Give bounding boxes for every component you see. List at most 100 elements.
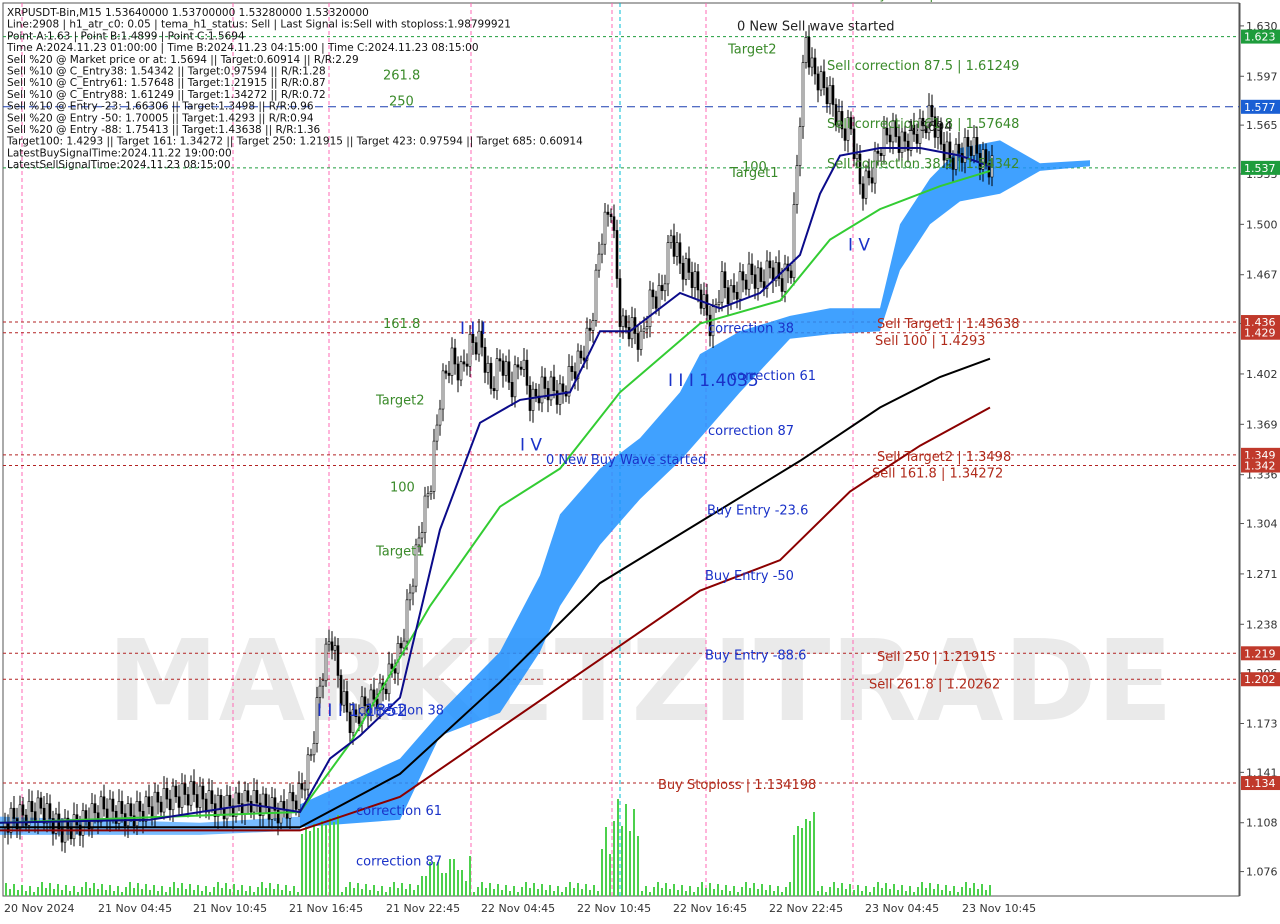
- volume-bar: [445, 873, 447, 896]
- volume-bar: [345, 887, 347, 896]
- candle-body: [336, 645, 340, 676]
- chart-annotation-33: correction 38: [358, 703, 444, 718]
- candle-body: [102, 796, 106, 810]
- candle-body: [189, 781, 193, 806]
- candle-body: [546, 388, 550, 401]
- volume-bar: [949, 891, 951, 896]
- candle-body: [192, 781, 196, 795]
- candle-body: [729, 285, 733, 305]
- volume-bar: [365, 884, 367, 896]
- candle-body: [732, 285, 736, 293]
- volume-bar: [137, 883, 139, 896]
- chart-annotation-7: 1.5694: [907, 120, 953, 135]
- candle-body: [759, 267, 763, 282]
- volume-bar: [61, 890, 63, 896]
- volume-bar: [577, 883, 579, 896]
- volume-bar: [285, 885, 287, 896]
- candle-body: [690, 272, 694, 288]
- volume-bar: [297, 892, 299, 896]
- candle-body: [495, 358, 499, 392]
- chart-annotation-14: Sell Target1 | 1.43638: [877, 317, 1020, 332]
- candle-body: [291, 792, 295, 802]
- volume-bar: [101, 884, 103, 896]
- candle-body: [801, 62, 805, 127]
- candle-body: [969, 146, 973, 156]
- volume-bar: [341, 892, 343, 896]
- volume-bar: [77, 892, 79, 896]
- header-line: Sell %10 @ C_Entry61: 1.57648 || Target:…: [7, 77, 326, 89]
- volume-bar: [541, 884, 543, 896]
- volume-bar: [513, 886, 515, 896]
- candle-body: [744, 279, 748, 290]
- candle-body: [441, 370, 445, 410]
- candle-body: [753, 274, 757, 289]
- candle-body: [879, 153, 883, 156]
- candle-body: [531, 388, 535, 411]
- volume-bar: [109, 885, 111, 896]
- volume-bar: [37, 887, 39, 896]
- volume-bar: [725, 885, 727, 896]
- candle-body: [222, 807, 226, 820]
- candle-body: [609, 214, 613, 218]
- candle-body: [135, 801, 139, 827]
- volume-bar: [461, 870, 463, 896]
- candle-body: [750, 263, 754, 276]
- volume-bar: [81, 887, 83, 896]
- volume-bar: [377, 891, 379, 896]
- volume-bar: [633, 809, 635, 896]
- candle-body: [498, 358, 502, 362]
- volume-bar: [533, 883, 535, 896]
- candle-body: [372, 689, 376, 700]
- candle-body: [324, 643, 328, 682]
- candle-body: [120, 801, 124, 814]
- candle-body: [309, 754, 313, 757]
- volume-bar: [389, 887, 391, 896]
- volume-bar: [53, 889, 55, 896]
- volume-bar: [881, 888, 883, 896]
- volume-bar: [65, 885, 67, 896]
- candle-body: [741, 271, 745, 281]
- candle-body: [486, 362, 490, 373]
- candle-body: [720, 271, 724, 303]
- volume-bar: [561, 892, 563, 896]
- candle-body: [813, 57, 817, 75]
- candle-body: [423, 495, 427, 533]
- volume-bar: [465, 881, 467, 896]
- candle-body: [402, 640, 406, 649]
- volume-bar: [709, 883, 711, 896]
- candle-body: [171, 785, 175, 811]
- volume-bar: [149, 890, 151, 896]
- candle-body: [36, 797, 40, 823]
- volume-bar: [13, 884, 15, 896]
- chart-window[interactable]: MARKETZITRADE Sell Entry -23.6 | 1.66306…: [0, 0, 1280, 920]
- candle-body: [648, 289, 652, 327]
- candle-body: [666, 242, 670, 285]
- candle-body: [684, 258, 688, 280]
- candle-body: [591, 320, 595, 331]
- candle-body: [672, 235, 676, 257]
- candle-body: [228, 794, 232, 807]
- candle-body: [159, 801, 163, 813]
- candle-body: [831, 85, 835, 105]
- volume-bar: [333, 822, 335, 896]
- candle-body: [903, 131, 907, 142]
- chart-annotation-23: Sell Target2 | 1.3498: [877, 450, 1011, 465]
- volume-bar: [649, 892, 651, 896]
- y-tick-label: 1.076: [1246, 866, 1278, 879]
- candle-body: [726, 287, 730, 305]
- volume-bar: [885, 883, 887, 896]
- price-chart[interactable]: MARKETZITRADE Sell Entry -23.6 | 1.66306…: [0, 0, 1280, 920]
- candle-body: [201, 785, 205, 800]
- volume-bar: [481, 882, 483, 896]
- volume-bar: [581, 889, 583, 896]
- volume-bar: [597, 891, 599, 896]
- volume-bar: [361, 889, 363, 896]
- x-tick-label: 22 Nov 22:45: [769, 902, 843, 915]
- volume-bar: [749, 888, 751, 896]
- volume-bar: [317, 828, 319, 896]
- volume-bar: [789, 882, 791, 896]
- candle-body: [705, 294, 709, 316]
- volume-bar: [713, 889, 715, 896]
- candle-body: [405, 599, 409, 642]
- chart-annotation-26: Buy Entry -23.6: [707, 503, 808, 518]
